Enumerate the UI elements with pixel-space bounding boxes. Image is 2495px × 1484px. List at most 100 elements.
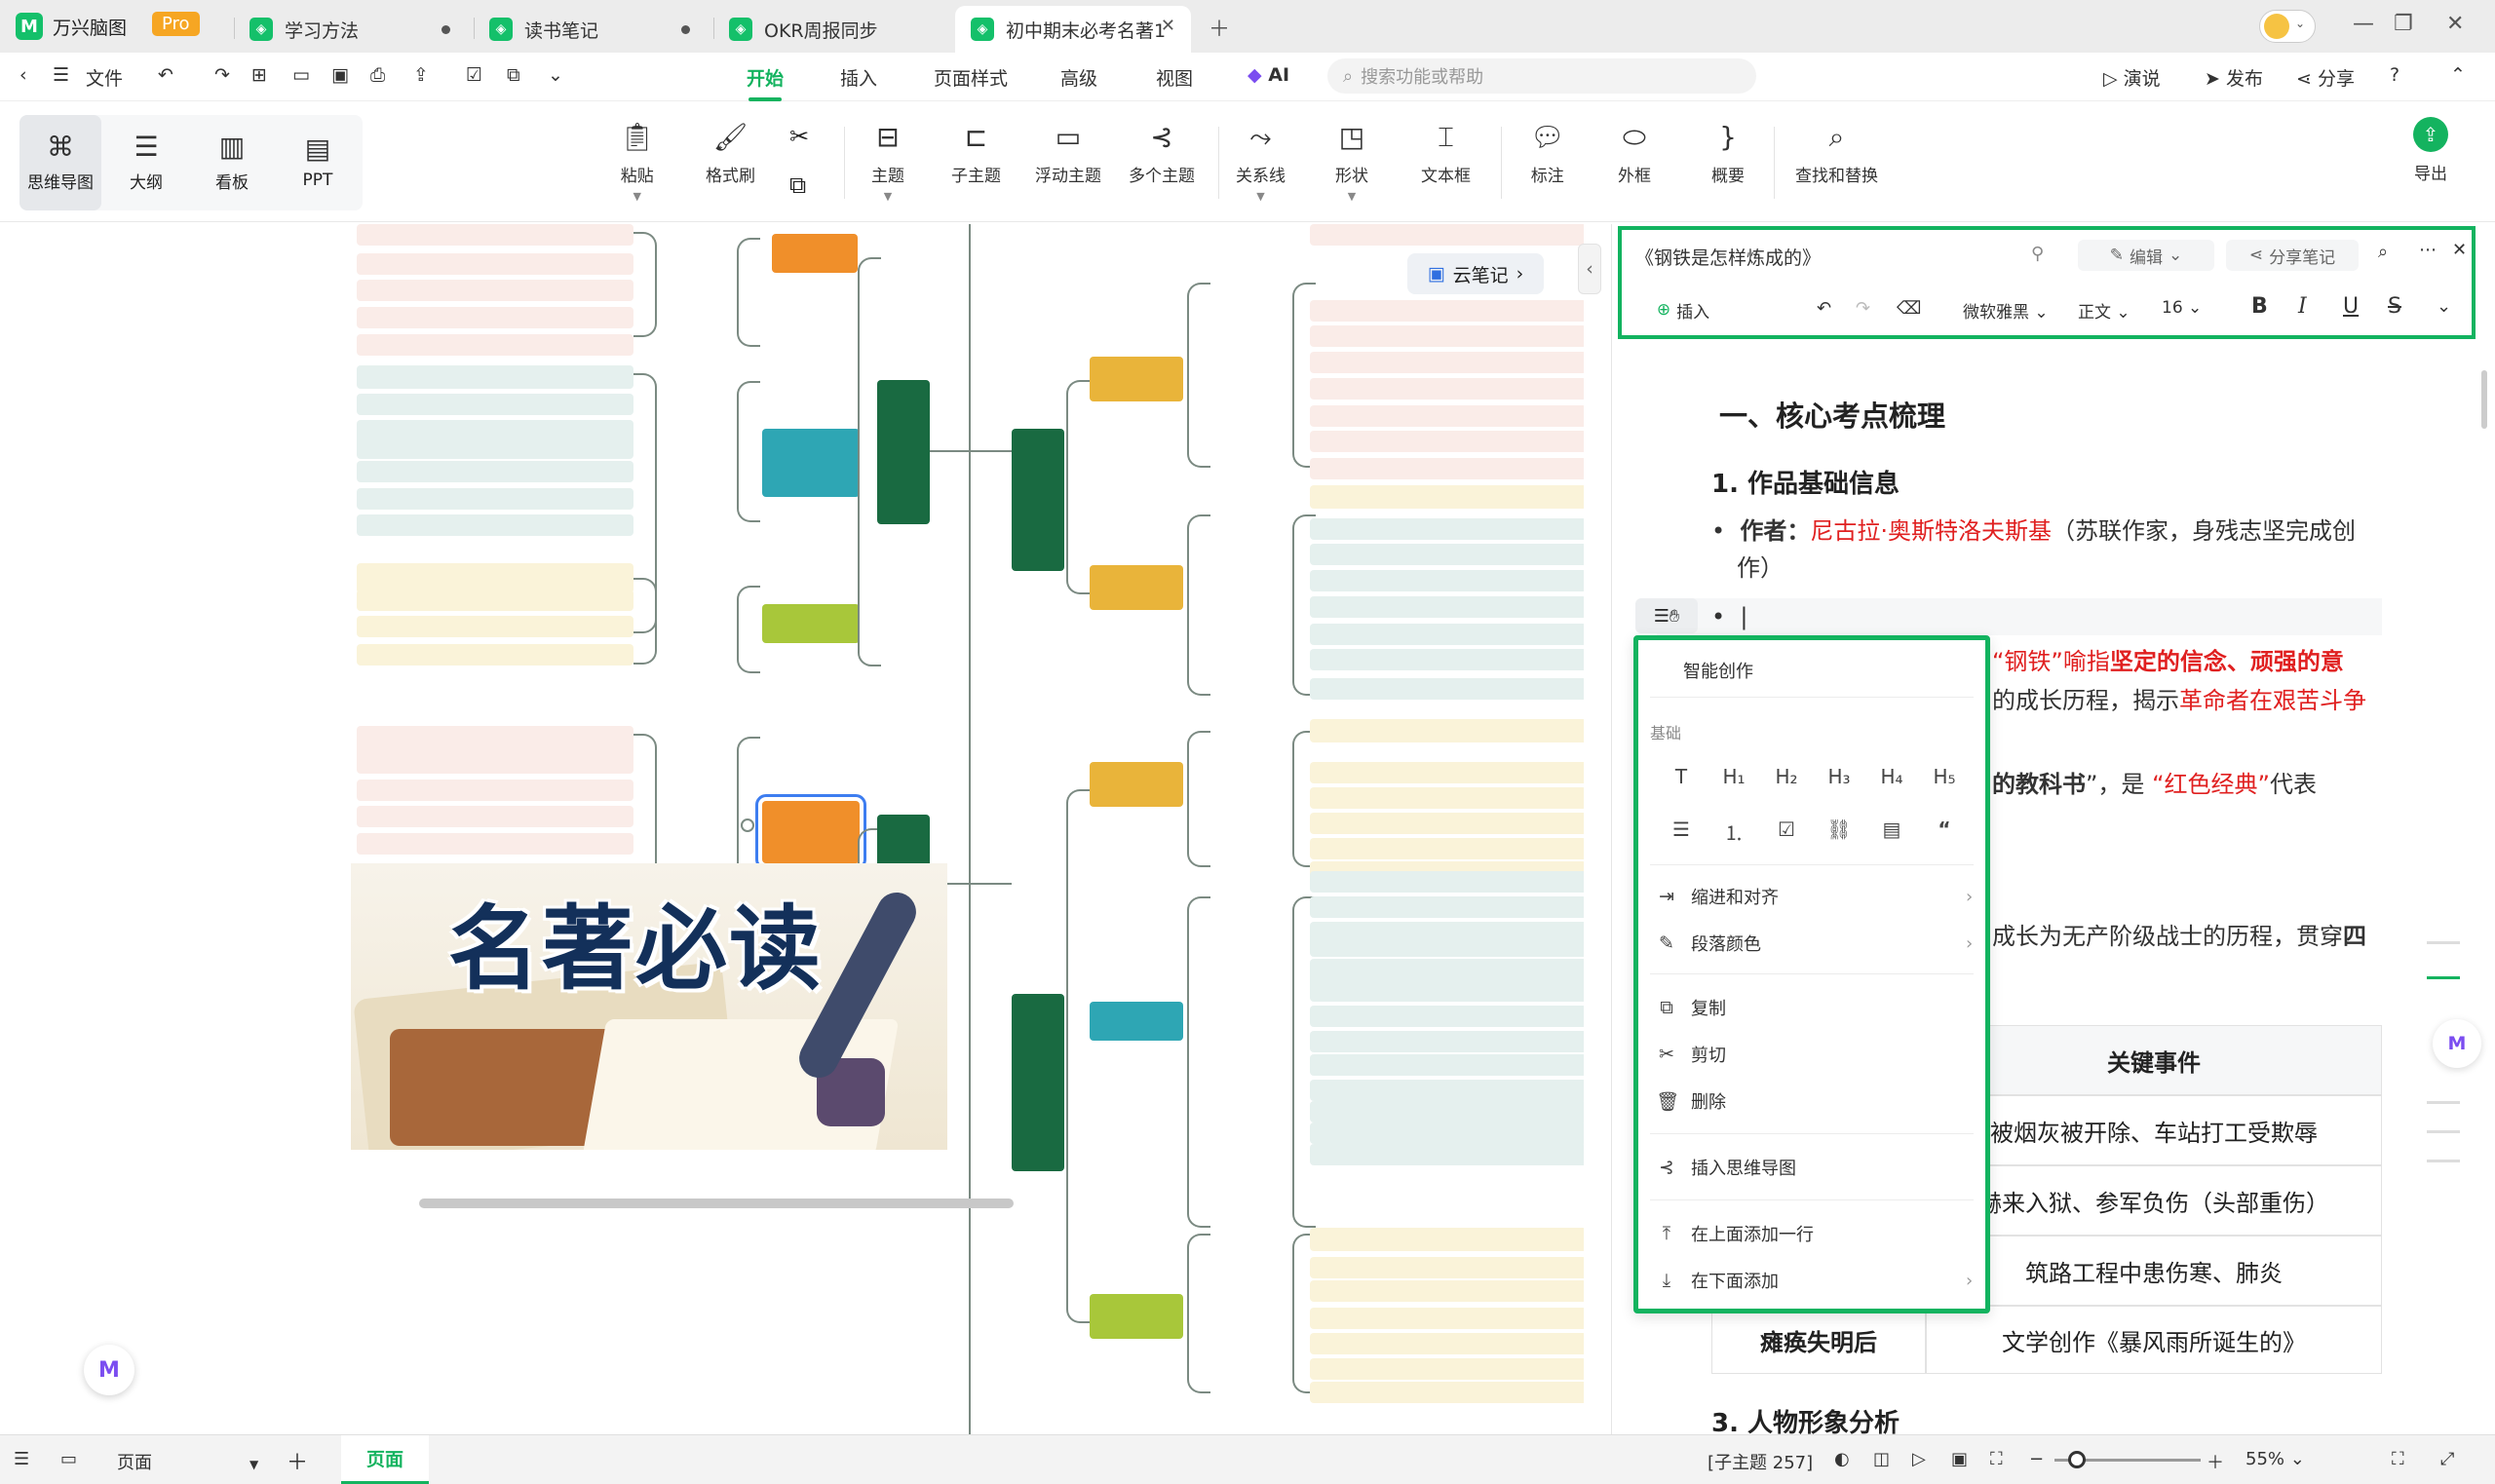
tab-study-methods[interactable]: ◈ 学习方法 — [234, 6, 468, 53]
ai-create-item[interactable]: 智能创作 — [1683, 658, 1753, 683]
right-branch-row[interactable] — [1310, 838, 1584, 859]
collapse-ribbon-icon[interactable]: ⌃ — [2450, 64, 2466, 86]
right-branch-row[interactable] — [1310, 787, 1584, 809]
delete-item[interactable]: 🗑︎ 删除 — [1656, 1088, 1726, 1114]
book-node[interactable] — [772, 234, 858, 273]
edit-button[interactable]: ✎ 编辑 ⌄ — [2078, 240, 2214, 271]
heading5-icon[interactable]: H₅ — [1925, 765, 1964, 788]
fit-screen-icon[interactable]: ⛶ — [2392, 1449, 2404, 1469]
view-kanban[interactable]: ▥ 看板 — [191, 115, 273, 210]
vertical-scrollbar[interactable] — [2481, 370, 2487, 429]
right-branch-row[interactable] — [1310, 352, 1584, 373]
heading3-icon[interactable]: H₃ — [1820, 765, 1859, 788]
tab-insert[interactable]: 插入 — [840, 64, 877, 91]
copy-item[interactable]: ⧉ 复制 — [1656, 995, 1726, 1020]
right-branch-row[interactable] — [1310, 570, 1584, 591]
right-branch-row[interactable] — [1310, 1101, 1584, 1123]
summary-button[interactable]: } 概要 — [1711, 121, 1745, 187]
left-branch-row[interactable] — [357, 780, 633, 801]
right-branch-row[interactable] — [1310, 544, 1584, 565]
hamburger-icon[interactable]: ☰ — [53, 64, 69, 86]
author-paragraph[interactable]: • 作者：尼古拉·奥斯特洛夫斯基（苏联作家，身残志坚完成创 — [1711, 513, 2394, 550]
book-node[interactable] — [1090, 565, 1183, 610]
left-branch-row[interactable] — [357, 280, 633, 301]
tab-reading-notes[interactable]: ◈ 读书笔记 — [474, 6, 708, 53]
view-outline[interactable]: ☰ 大纲 — [105, 115, 187, 210]
current-line[interactable] — [1657, 598, 2382, 635]
add-page-icon[interactable]: ＋ — [287, 1445, 308, 1476]
close-panel-icon[interactable]: ✕ — [2452, 240, 2467, 260]
right-branch-row[interactable] — [1310, 1144, 1584, 1165]
right-branch-row[interactable] — [1310, 813, 1584, 834]
shape-button[interactable]: ◳ 形状 ▼ — [1335, 121, 1368, 204]
book-node[interactable] — [1090, 1294, 1183, 1339]
left-branch-row[interactable] — [357, 334, 633, 356]
tab-advanced[interactable]: 高级 — [1060, 64, 1097, 91]
tab-page-style[interactable]: 页面样式 — [934, 64, 1008, 91]
indent-align-item[interactable]: ⇥ 缩进和对齐 › — [1656, 884, 1973, 909]
right-branch-row[interactable] — [1310, 300, 1584, 322]
right-branch-row[interactable] — [1310, 871, 1584, 893]
left-branch-row[interactable] — [357, 394, 633, 415]
restore-icon[interactable]: ❐ — [2394, 12, 2413, 36]
horizontal-scrollbar[interactable] — [419, 1199, 1014, 1208]
left-branch-row[interactable] — [357, 420, 633, 459]
right-branch-row[interactable] — [1310, 1054, 1584, 1076]
zoom-level[interactable]: 55% ⌄ — [2246, 1449, 2305, 1469]
add-below-item[interactable]: ⤓ 在下面添加 › — [1656, 1268, 1973, 1293]
link-icon[interactable]: ⛓ — [1820, 818, 1859, 841]
collapse-node-icon[interactable] — [741, 818, 754, 832]
subtopic-button[interactable]: ⊏ 子主题 — [951, 121, 1001, 187]
heading2-icon[interactable]: H₂ — [1767, 765, 1806, 788]
tab-ai[interactable]: ◆ AI — [1248, 64, 1289, 86]
right-branch-row[interactable] — [1310, 1333, 1584, 1354]
paste-button[interactable]: 📋︎ 粘贴 ▼ — [620, 121, 655, 204]
ai-assistant-icon[interactable]: M — [84, 1345, 134, 1395]
right-branch-row[interactable] — [1310, 224, 1584, 246]
right-branch-row[interactable] — [1310, 896, 1584, 918]
style-select[interactable]: 正文 ⌄ — [2078, 298, 2130, 323]
add-row-above-item[interactable]: ⤒ 在上面添加一行 — [1656, 1221, 1814, 1246]
close-tab-icon[interactable]: ✕ — [1161, 16, 1175, 36]
empty-bullet[interactable]: • | — [1711, 598, 1748, 635]
book-node[interactable] — [762, 604, 860, 643]
minimize-icon[interactable]: — — [2353, 12, 2374, 36]
floating-topic-button[interactable]: ▭ 浮动主题 — [1035, 121, 1101, 187]
pin-icon[interactable]: ⚲ — [2031, 244, 2044, 264]
template-icon[interactable]: ⧉ — [507, 64, 520, 86]
new-icon[interactable]: ⊞ — [251, 64, 267, 86]
right-branch-row[interactable] — [1310, 1382, 1584, 1403]
search-note-icon[interactable]: ⌕ — [2378, 242, 2388, 262]
left-branch-row[interactable] — [357, 461, 633, 482]
left-branch-row[interactable] — [357, 514, 633, 536]
right-branch-row[interactable] — [1310, 458, 1584, 479]
fullscreen-icon[interactable]: ⛶ — [1990, 1449, 2003, 1469]
right-branch-row[interactable] — [1310, 1031, 1584, 1052]
right-branch-row[interactable] — [1310, 1280, 1584, 1302]
share-button[interactable]: ⋖ 分享 — [2296, 64, 2355, 91]
grade-node[interactable] — [877, 380, 930, 524]
right-branch-row[interactable] — [1310, 922, 1584, 957]
save-icon[interactable]: ▣ — [331, 64, 349, 86]
callout-button[interactable]: 💬︎ 标注 — [1530, 121, 1565, 187]
left-branch-row[interactable] — [357, 616, 633, 637]
left-branch-row[interactable] — [357, 644, 633, 666]
help-icon[interactable]: ? — [2390, 64, 2399, 86]
heading1-icon[interactable]: H₁ — [1714, 765, 1753, 788]
right-branch-row[interactable] — [1310, 1257, 1584, 1278]
todo-icon[interactable]: ☑ — [1767, 818, 1806, 841]
right-branch-row[interactable] — [1310, 762, 1584, 783]
right-branch-row[interactable] — [1310, 980, 1584, 1002]
format-painter-button[interactable]: 🖌︎ 格式刷 — [706, 121, 755, 187]
expand-icon[interactable]: ⤢ — [2440, 1449, 2454, 1469]
export-button[interactable]: ⇪ 导出 — [2413, 117, 2448, 184]
left-branch-row[interactable] — [357, 307, 633, 328]
fit-icon[interactable]: ▣ — [1951, 1449, 1968, 1469]
user-avatar[interactable]: ⌄ — [2259, 10, 2316, 43]
share-note-button[interactable]: ⋖ 分享笔记 — [2226, 240, 2359, 271]
right-branch-row[interactable] — [1310, 1123, 1584, 1144]
paragraph-color-item[interactable]: ✎ 段落颜色 › — [1656, 931, 1973, 956]
tab-view[interactable]: 视图 — [1156, 64, 1193, 91]
left-branch-row[interactable] — [357, 806, 633, 827]
view-mindmap[interactable]: ⌘ 思维导图 — [19, 115, 101, 210]
